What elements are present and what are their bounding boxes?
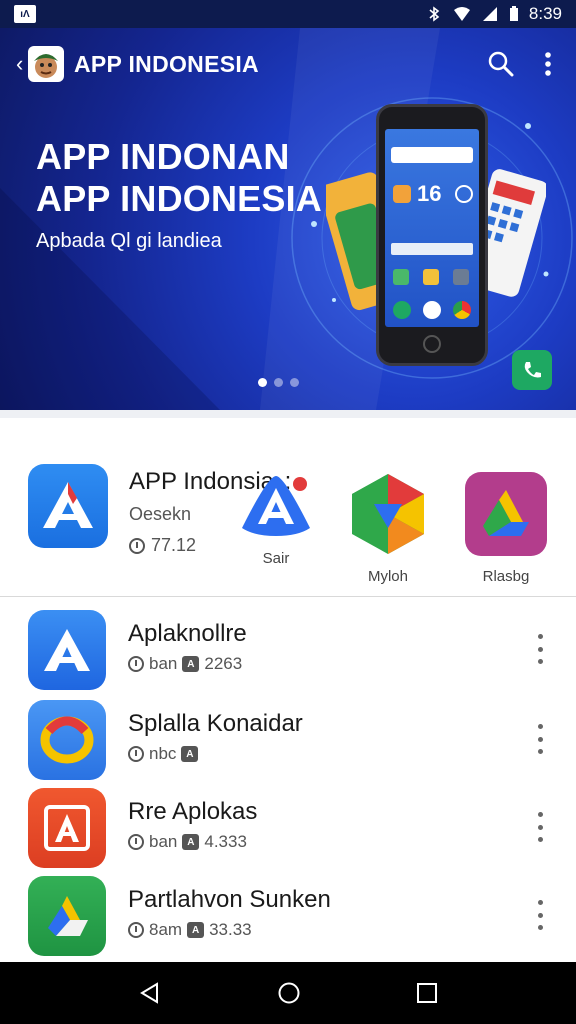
list-item-meta1: ban xyxy=(149,654,178,673)
list-item[interactable]: Rre Aplokas ban A 4.333 xyxy=(0,776,576,868)
carousel-dot-3[interactable] xyxy=(290,378,299,387)
more-vert-icon[interactable] xyxy=(532,724,548,754)
featured-mini-app-2[interactable]: Myloh xyxy=(338,470,438,585)
system-navigation-bar xyxy=(0,962,576,1024)
app-bar: ‹ APP INDONESIA xyxy=(0,28,576,100)
phone-screen: 16 xyxy=(385,129,479,327)
badge-icon: A xyxy=(187,922,205,938)
phone-call-icon xyxy=(524,362,541,378)
status-time: 8:39 xyxy=(528,4,562,23)
featured-section: APP Indonsia : Oesekn 77.12 Sair Myloh R… xyxy=(0,410,576,596)
badge-icon: A xyxy=(182,834,200,850)
list-item-name: Partlahvon Sunken xyxy=(128,886,331,913)
status-icons: 8:39 xyxy=(425,4,562,24)
home-circle-icon[interactable] xyxy=(277,981,301,1005)
list-item-meta1: 8am xyxy=(149,920,183,939)
featured-mini-app-label-3: Rlasbg xyxy=(482,568,530,585)
back-icon[interactable]: ‹ xyxy=(16,51,26,77)
purple-drive-app-icon xyxy=(465,472,547,556)
carousel-dot-2[interactable] xyxy=(274,378,283,387)
list-item[interactable]: Splalla Konaidar nbc A xyxy=(0,688,576,780)
list-item-name: Aplaknollre xyxy=(128,620,247,647)
ring-logo-icon xyxy=(40,716,94,764)
app-title: APP INDONESIA xyxy=(74,50,259,77)
featured-mini-app-label-1: Sair xyxy=(262,550,290,567)
clock-icon xyxy=(128,656,144,672)
signal-icon xyxy=(482,7,497,21)
section-divider xyxy=(0,596,576,597)
carousel-indicator[interactable] xyxy=(258,378,299,387)
recents-square-icon[interactable] xyxy=(416,982,438,1004)
notification-app-icon: ıΛ xyxy=(14,5,36,23)
more-vert-icon[interactable] xyxy=(532,812,548,842)
list-item-meta: ban A 4.333 xyxy=(128,832,247,852)
more-vert-icon[interactable] xyxy=(532,900,548,930)
hero-phone-illustration: 16 xyxy=(376,104,488,366)
phone-home-button xyxy=(423,335,441,353)
carousel-dot-1[interactable] xyxy=(258,378,267,387)
list-item[interactable]: Aplaknollre ban A 2263 xyxy=(0,598,576,690)
hero-title: APP INDONAN APP INDONESIA xyxy=(36,136,322,220)
hero-title-line-2: APP INDONESIA xyxy=(36,178,322,219)
hero-subtitle: Apbada Ql gi landiea xyxy=(36,230,222,252)
list-item-meta2: 33.33 xyxy=(209,920,252,939)
badge-icon: A xyxy=(182,656,200,672)
list-item-meta: ban A 2263 xyxy=(128,654,242,674)
app-icon-a-green xyxy=(28,876,106,956)
a-logo-icon xyxy=(44,629,90,671)
clock-icon xyxy=(128,746,144,762)
wifi-icon xyxy=(453,7,470,21)
clock-icon xyxy=(129,537,145,554)
more-vert-icon[interactable] xyxy=(544,51,552,77)
featured-app-subtitle: Oesekn xyxy=(129,504,192,524)
blue-a-app-icon xyxy=(242,474,310,536)
badge-icon: A xyxy=(181,746,199,762)
app-icon-a-blue xyxy=(28,610,106,690)
battery-icon xyxy=(509,6,518,21)
featured-app-icon[interactable] xyxy=(28,464,108,548)
back-triangle-icon[interactable] xyxy=(138,981,162,1005)
featured-mini-app-label-2: Myloh xyxy=(367,568,408,585)
hero-title-line-1: APP INDONAN xyxy=(36,136,290,177)
featured-mini-app-3[interactable]: Rlasbg xyxy=(456,470,556,585)
clock-icon xyxy=(128,922,144,938)
search-icon[interactable] xyxy=(488,51,514,77)
app-icon-ring xyxy=(28,700,106,780)
list-item-meta1: nbc xyxy=(149,744,177,763)
hexagon-colorful-app-icon xyxy=(352,474,424,554)
list-item-name: Rre Aplokas xyxy=(128,798,258,825)
phone-clock: 16 xyxy=(417,181,442,206)
clock-icon xyxy=(128,834,144,850)
list-item-meta: 8am A 33.33 xyxy=(128,920,252,940)
list-item-meta1: ban xyxy=(149,832,178,851)
boxed-a-logo-icon xyxy=(44,805,90,851)
a-logo-icon xyxy=(43,482,93,528)
more-vert-icon[interactable] xyxy=(532,634,548,664)
list-item-meta2: 2263 xyxy=(204,654,243,673)
drive-a-logo-icon xyxy=(48,896,88,936)
list-item[interactable]: Partlahvon Sunken 8am A 33.33 xyxy=(0,864,576,956)
list-item-name: Splalla Konaidar xyxy=(128,710,303,737)
featured-app-meta-value: 77.12 xyxy=(151,535,197,555)
status-bar: ıΛ 8:39 xyxy=(0,0,576,28)
featured-app-meta: 77.12 xyxy=(129,535,196,556)
list-item-meta2: 4.333 xyxy=(204,832,247,851)
call-button[interactable] xyxy=(512,350,552,390)
list-item-meta: nbc A xyxy=(128,744,203,764)
avatar[interactable] xyxy=(28,46,64,82)
bluetooth-icon xyxy=(429,6,440,22)
hero-banner[interactable]: ‹ APP INDONESIA APP INDONAN APP INDONESI… xyxy=(0,28,576,410)
app-icon-a-red xyxy=(28,788,106,868)
featured-mini-app-1[interactable]: Sair xyxy=(226,470,326,567)
